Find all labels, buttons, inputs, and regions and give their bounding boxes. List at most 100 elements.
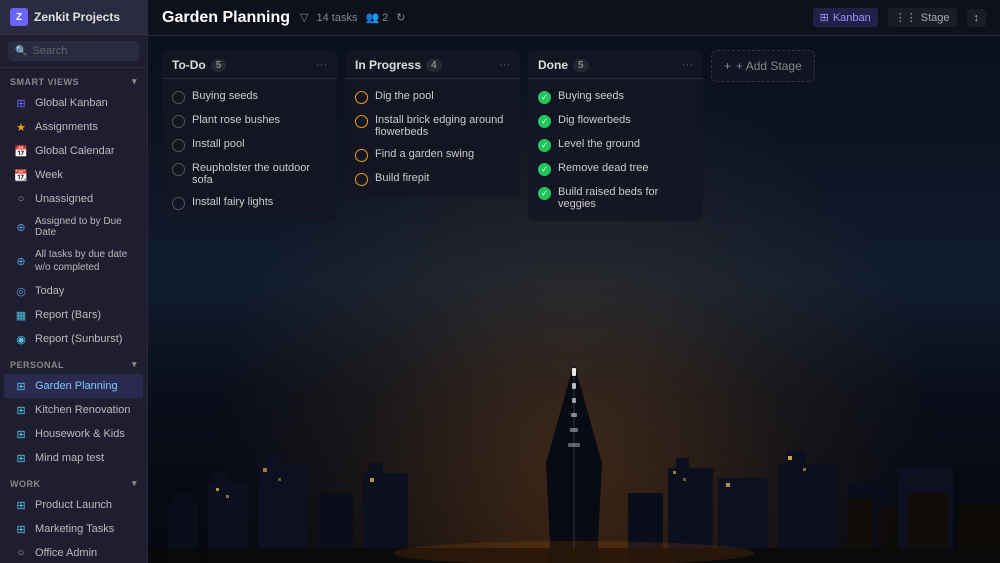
task-item[interactable]: ✓ Buying seeds bbox=[528, 85, 703, 109]
stage-done: Done 5 ··· ✓ Buying seeds ✓ Dig flowerbe… bbox=[528, 50, 703, 221]
sidebar-item-week[interactable]: 📆 Week bbox=[4, 163, 143, 187]
task-status-circle: ✓ bbox=[538, 115, 551, 128]
collapse-work-icon[interactable]: ▾ bbox=[132, 478, 137, 489]
grid-icon: ⊞ bbox=[14, 96, 28, 110]
filter-icon: ▽ bbox=[300, 11, 308, 24]
personal-section-header: PERSONAL ▾ bbox=[0, 351, 147, 374]
sort-button[interactable]: ↕ bbox=[967, 9, 987, 27]
kanban-board: To-Do 5 ··· Buying seeds Plant rose bush… bbox=[148, 36, 1000, 563]
sidebar-item-report-sunburst[interactable]: ◉ Report (Sunburst) bbox=[4, 327, 143, 351]
sidebar-item-office-admin[interactable]: ○ Office Admin bbox=[4, 541, 143, 563]
user-icon: 👥 bbox=[365, 11, 379, 24]
topbar-meta: ▽ 14 tasks 👥 2 ↻ bbox=[300, 11, 405, 24]
search-icon: 🔍 bbox=[15, 46, 27, 57]
circle2-icon: ○ bbox=[14, 546, 28, 560]
task-status-circle bbox=[355, 173, 368, 186]
main-content: Garden Planning ▽ 14 tasks 👥 2 ↻ ⊞ Kanba… bbox=[148, 0, 1000, 563]
sidebar-item-today[interactable]: ◎ Today bbox=[4, 279, 143, 303]
grid3-icon: ⊞ bbox=[14, 379, 28, 393]
topbar-left: Garden Planning ▽ 14 tasks 👥 2 ↻ bbox=[162, 9, 406, 27]
stage-todo-title: To-Do 5 bbox=[172, 58, 226, 72]
sidebar-item-assignments[interactable]: ★ Assignments bbox=[4, 115, 143, 139]
stage-done-count: 5 bbox=[573, 59, 589, 72]
sidebar-item-kitchen-reno[interactable]: ⊞ Kitchen Renovation bbox=[4, 398, 143, 422]
sidebar-item-unassigned[interactable]: ○ Unassigned bbox=[4, 187, 143, 211]
task-item[interactable]: Find a garden swing bbox=[345, 143, 520, 167]
task-status-circle: ✓ bbox=[538, 163, 551, 176]
sunburst-icon: ◉ bbox=[14, 332, 28, 346]
task-status-circle bbox=[355, 115, 368, 128]
add-stage-button[interactable]: + + Add Stage bbox=[711, 50, 815, 82]
done-task-list: ✓ Buying seeds ✓ Dig flowerbeds ✓ Level … bbox=[528, 79, 703, 221]
sidebar-item-report-bars[interactable]: ▦ Report (Bars) bbox=[4, 303, 143, 327]
calendar-icon: 📅 bbox=[14, 144, 28, 158]
app-logo: Z bbox=[10, 8, 28, 26]
sidebar-item-product-launch[interactable]: ⊞ Product Launch bbox=[4, 493, 143, 517]
stage-todo-count: 5 bbox=[211, 59, 227, 72]
task-item[interactable]: Reupholster the outdoor sofa bbox=[162, 157, 337, 191]
task-item[interactable]: Plant rose bushes bbox=[162, 109, 337, 133]
stage-done-title: Done 5 bbox=[538, 58, 589, 72]
app-name: Zenkit Projects bbox=[34, 10, 120, 24]
task-count-badge: 14 tasks bbox=[316, 12, 357, 24]
task-item[interactable]: ✓ Build raised beds for veggies bbox=[528, 181, 703, 215]
task-item[interactable]: Install fairy lights bbox=[162, 191, 337, 215]
collapse-personal-icon[interactable]: ▾ bbox=[132, 359, 137, 370]
task-status-circle: ✓ bbox=[538, 187, 551, 200]
sidebar-item-garden-planning[interactable]: ⊞ Garden Planning bbox=[4, 374, 143, 398]
stage-done-actions[interactable]: ··· bbox=[682, 59, 693, 71]
task-status-circle bbox=[172, 139, 185, 152]
kanban-view-button[interactable]: ⊞ Kanban bbox=[813, 8, 878, 27]
work-section-header: WORK ▾ bbox=[0, 470, 147, 493]
page-title: Garden Planning bbox=[162, 9, 290, 27]
refresh-icon[interactable]: ↻ bbox=[396, 11, 405, 24]
todo-task-list: Buying seeds Plant rose bushes Install p… bbox=[162, 79, 337, 221]
stage-view-button[interactable]: ⋮⋮ Stage bbox=[888, 8, 957, 27]
grid7-icon: ⊞ bbox=[14, 498, 28, 512]
smart-views-section-header: SMART VIEWS ▾ bbox=[0, 68, 147, 91]
work-list: ⊞ Product Launch ⊞ Marketing Tasks ○ Off… bbox=[0, 493, 147, 563]
plus-icon: + bbox=[724, 59, 731, 73]
sidebar-item-mind-map[interactable]: ⊞ Mind map test bbox=[4, 446, 143, 470]
sidebar-item-assigned-by-due[interactable]: ⊕ Assigned to by Due Date bbox=[4, 211, 143, 243]
plus-circle2-icon: ⊕ bbox=[14, 254, 28, 268]
sidebar-item-all-tasks-due[interactable]: ⊕ All tasks by due date w/o completed bbox=[4, 243, 143, 279]
task-item[interactable]: Build firepit bbox=[345, 167, 520, 191]
sidebar: Z Zenkit Projects 🔍 SMART VIEWS ▾ ⊞ Glob… bbox=[0, 0, 148, 563]
bar-chart-icon: ▦ bbox=[14, 308, 28, 322]
topbar-right: ⊞ Kanban ⋮⋮ Stage ↕ bbox=[813, 8, 986, 27]
stage-inprogress-header: In Progress 4 ··· bbox=[345, 50, 520, 79]
stage-inprogress-actions[interactable]: ··· bbox=[499, 59, 510, 71]
task-item[interactable]: ✓ Level the ground bbox=[528, 133, 703, 157]
sidebar-item-housework-kids[interactable]: ⊞ Housework & Kids bbox=[4, 422, 143, 446]
task-status-circle bbox=[172, 197, 185, 210]
task-item[interactable]: ✓ Dig flowerbeds bbox=[528, 109, 703, 133]
task-item[interactable]: Buying seeds bbox=[162, 85, 337, 109]
stage-inprogress: In Progress 4 ··· Dig the pool Install b… bbox=[345, 50, 520, 197]
collapse-smart-icon[interactable]: ▾ bbox=[132, 76, 137, 87]
task-status-circle bbox=[172, 163, 185, 176]
grid4-icon: ⊞ bbox=[14, 403, 28, 417]
stage-todo: To-Do 5 ··· Buying seeds Plant rose bush… bbox=[162, 50, 337, 221]
stage-icon: ⋮⋮ bbox=[895, 11, 917, 24]
search-box[interactable]: 🔍 bbox=[8, 41, 139, 61]
grid6-icon: ⊞ bbox=[14, 451, 28, 465]
task-item[interactable]: Dig the pool bbox=[345, 85, 520, 109]
task-item[interactable]: Install brick edging around flowerbeds bbox=[345, 109, 520, 143]
grid8-icon: ⊞ bbox=[14, 522, 28, 536]
task-status-circle bbox=[172, 115, 185, 128]
sidebar-header: Z Zenkit Projects bbox=[0, 0, 147, 35]
sidebar-item-global-kanban[interactable]: ⊞ Global Kanban bbox=[4, 91, 143, 115]
kanban-icon: ⊞ bbox=[820, 11, 829, 24]
circle-icon: ○ bbox=[14, 192, 28, 206]
task-status-circle: ✓ bbox=[538, 139, 551, 152]
sidebar-item-marketing-tasks[interactable]: ⊞ Marketing Tasks bbox=[4, 517, 143, 541]
sidebar-item-global-calendar[interactable]: 📅 Global Calendar bbox=[4, 139, 143, 163]
task-item[interactable]: ✓ Remove dead tree bbox=[528, 157, 703, 181]
task-status-circle: ✓ bbox=[538, 91, 551, 104]
stage-todo-actions[interactable]: ··· bbox=[316, 59, 327, 71]
week-icon: 📆 bbox=[14, 168, 28, 182]
search-input[interactable] bbox=[32, 45, 132, 57]
task-item[interactable]: Install pool bbox=[162, 133, 337, 157]
task-status-circle bbox=[355, 91, 368, 104]
